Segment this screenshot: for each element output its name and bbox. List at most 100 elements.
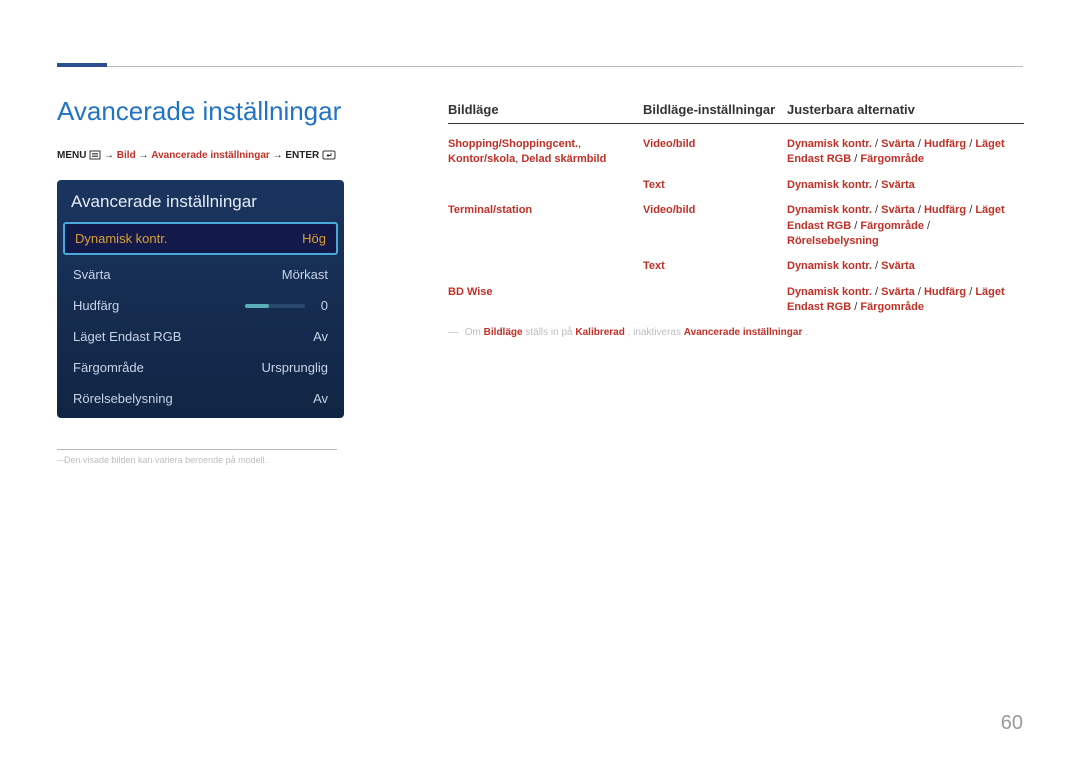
table-cell: Terminal/station xyxy=(448,203,643,249)
panel-row-value-text: Mörkast xyxy=(282,267,328,282)
menu-icon xyxy=(89,150,101,163)
note-text: . xyxy=(805,327,808,338)
separator: / xyxy=(872,204,881,216)
panel-row-label: Svärta xyxy=(73,267,111,282)
table-cell-text: Färgområde xyxy=(860,301,924,313)
table-cell: Dynamisk kontr. / Svärta / Hudfärg / Läg… xyxy=(787,203,1024,249)
options-table: Bildläge Bildläge-inställningar Justerba… xyxy=(448,102,1024,321)
panel-row-label: Dynamisk kontr. xyxy=(75,231,167,246)
table-header: Justerbara alternativ xyxy=(787,102,1024,117)
table-row: Shopping/Shoppingcent., Kontor/skola, De… xyxy=(448,132,1024,173)
panel-row-value: 0 xyxy=(245,298,328,313)
footnote-divider xyxy=(57,449,337,450)
enter-icon xyxy=(322,150,336,163)
top-divider-accent xyxy=(57,63,107,67)
table-row: Terminal/station Video/bildDynamisk kontr… xyxy=(448,198,1024,254)
table-cell: Dynamisk kontr. / Svärta xyxy=(787,178,1024,193)
table-cell-text: Färgområde xyxy=(860,220,924,232)
breadcrumb-arrow: → xyxy=(273,150,283,161)
panel-row-value: Av xyxy=(313,329,328,344)
panel-row-value-text: Av xyxy=(313,329,328,344)
table-header-row: Bildläge Bildläge-inställningar Justerba… xyxy=(448,102,1024,124)
table-cell: Text xyxy=(643,178,787,193)
panel-row[interactable]: RörelsebelysningAv xyxy=(57,383,344,414)
table-cell xyxy=(448,259,643,274)
separator: / xyxy=(851,301,860,313)
panel-row[interactable]: Hudfärg 0 xyxy=(57,290,344,321)
panel-title: Avancerade inställningar xyxy=(57,180,344,222)
separator: / xyxy=(915,138,924,150)
panel-row[interactable]: Färgområde Ursprunglig xyxy=(57,352,344,383)
breadcrumb-arrow: → xyxy=(104,150,114,161)
table-cell: Shopping/Shoppingcent., Kontor/skola, De… xyxy=(448,137,643,168)
panel-row[interactable]: Dynamisk kontr. Hög xyxy=(63,222,338,255)
footnote: Den visade bilden kan variera beroende p… xyxy=(64,455,267,465)
table-row: BD Wise Dynamisk kontr. / Svärta / Hudfär… xyxy=(448,280,1024,321)
slider-fill xyxy=(245,304,269,308)
panel-row-value-text: Ursprunglig xyxy=(262,360,328,375)
breadcrumb-step1: Bild xyxy=(117,150,136,161)
note-text: Om xyxy=(465,327,484,338)
table-cell-text: Kontor/skola xyxy=(448,153,515,165)
separator: / xyxy=(915,286,924,298)
note-bold: Kalibrerad xyxy=(575,327,624,338)
table-cell-text: Dynamisk kontr. xyxy=(787,138,872,150)
separator: / xyxy=(851,220,860,232)
separator: / xyxy=(851,153,860,165)
table-cell-text: Terminal/station xyxy=(448,204,532,216)
separator: / xyxy=(915,204,924,216)
slider-track[interactable] xyxy=(245,304,305,308)
separator: / xyxy=(924,220,930,232)
page-title: Avancerade inställningar xyxy=(57,96,341,127)
note-text: , inaktiveras xyxy=(628,327,684,338)
breadcrumb: MENU → Bild → Avancerade inställningar →… xyxy=(57,150,336,163)
table-cell-text: Rörelsebelysning xyxy=(787,235,879,247)
table-header: Bildläge-inställningar xyxy=(643,102,787,117)
note-dash: ― xyxy=(448,327,458,338)
table-cell: Dynamisk kontr. / Svärta / Hudfärg / Läg… xyxy=(787,285,1024,316)
table-cell xyxy=(643,285,787,316)
table-cell-text: Hudfärg xyxy=(924,286,966,298)
table-cell xyxy=(448,178,643,193)
panel-row-value: Ursprunglig xyxy=(262,360,328,375)
breadcrumb-menu: MENU xyxy=(57,150,86,161)
table-cell-text: Svärta xyxy=(881,286,915,298)
panel-row[interactable]: Läget Endast RGB Av xyxy=(57,321,344,352)
separator: / xyxy=(966,138,975,150)
page-number: 60 xyxy=(1001,712,1023,735)
separator: / xyxy=(872,286,881,298)
table-cell-text: Svärta xyxy=(881,179,915,191)
panel-row-label: Färgområde xyxy=(73,360,144,375)
panel-row-value: Hög xyxy=(302,231,326,246)
table-header: Bildläge xyxy=(448,102,643,117)
separator: / xyxy=(872,179,881,191)
breadcrumb-arrow: → xyxy=(138,150,148,161)
table-cell-text: BD Wise xyxy=(448,286,493,298)
note: ― Om Bildläge ställs in på Kalibrerad , … xyxy=(448,327,808,338)
top-divider xyxy=(57,66,1023,67)
panel-row-value-text: Hög xyxy=(302,231,326,246)
panel-row[interactable]: Svärta Mörkast xyxy=(57,259,344,290)
table-cell-text: Svärta xyxy=(881,260,915,272)
separator: / xyxy=(966,204,975,216)
note-text: ställs in på xyxy=(525,327,575,338)
panel-row-value-text: 0 xyxy=(321,298,328,313)
table-cell: Dynamisk kontr. / Svärta / Hudfärg / Läg… xyxy=(787,137,1024,168)
table-row: TextDynamisk kontr. / Svärta xyxy=(448,173,1024,198)
table-cell: Video/bild xyxy=(643,203,787,249)
table-cell: BD Wise xyxy=(448,285,643,316)
panel-row-label: Läget Endast RGB xyxy=(73,329,181,344)
breadcrumb-enter: ENTER xyxy=(285,150,319,161)
table-cell-text: Dynamisk kontr. xyxy=(787,286,872,298)
table-cell: Text xyxy=(643,259,787,274)
table-cell-text: Shopping/Shoppingcent. xyxy=(448,138,578,150)
table-cell-text: Dynamisk kontr. xyxy=(787,179,872,191)
separator: / xyxy=(966,286,975,298)
panel-row-value-text: Av xyxy=(313,391,328,406)
breadcrumb-step2: Avancerade inställningar xyxy=(151,150,270,161)
note-bold: Avancerade inställningar xyxy=(684,327,803,338)
separator: / xyxy=(872,260,881,272)
panel-row-value: Mörkast xyxy=(282,267,328,282)
table-cell-text: Dynamisk kontr. xyxy=(787,204,872,216)
panel-row-label: Hudfärg xyxy=(73,298,119,313)
